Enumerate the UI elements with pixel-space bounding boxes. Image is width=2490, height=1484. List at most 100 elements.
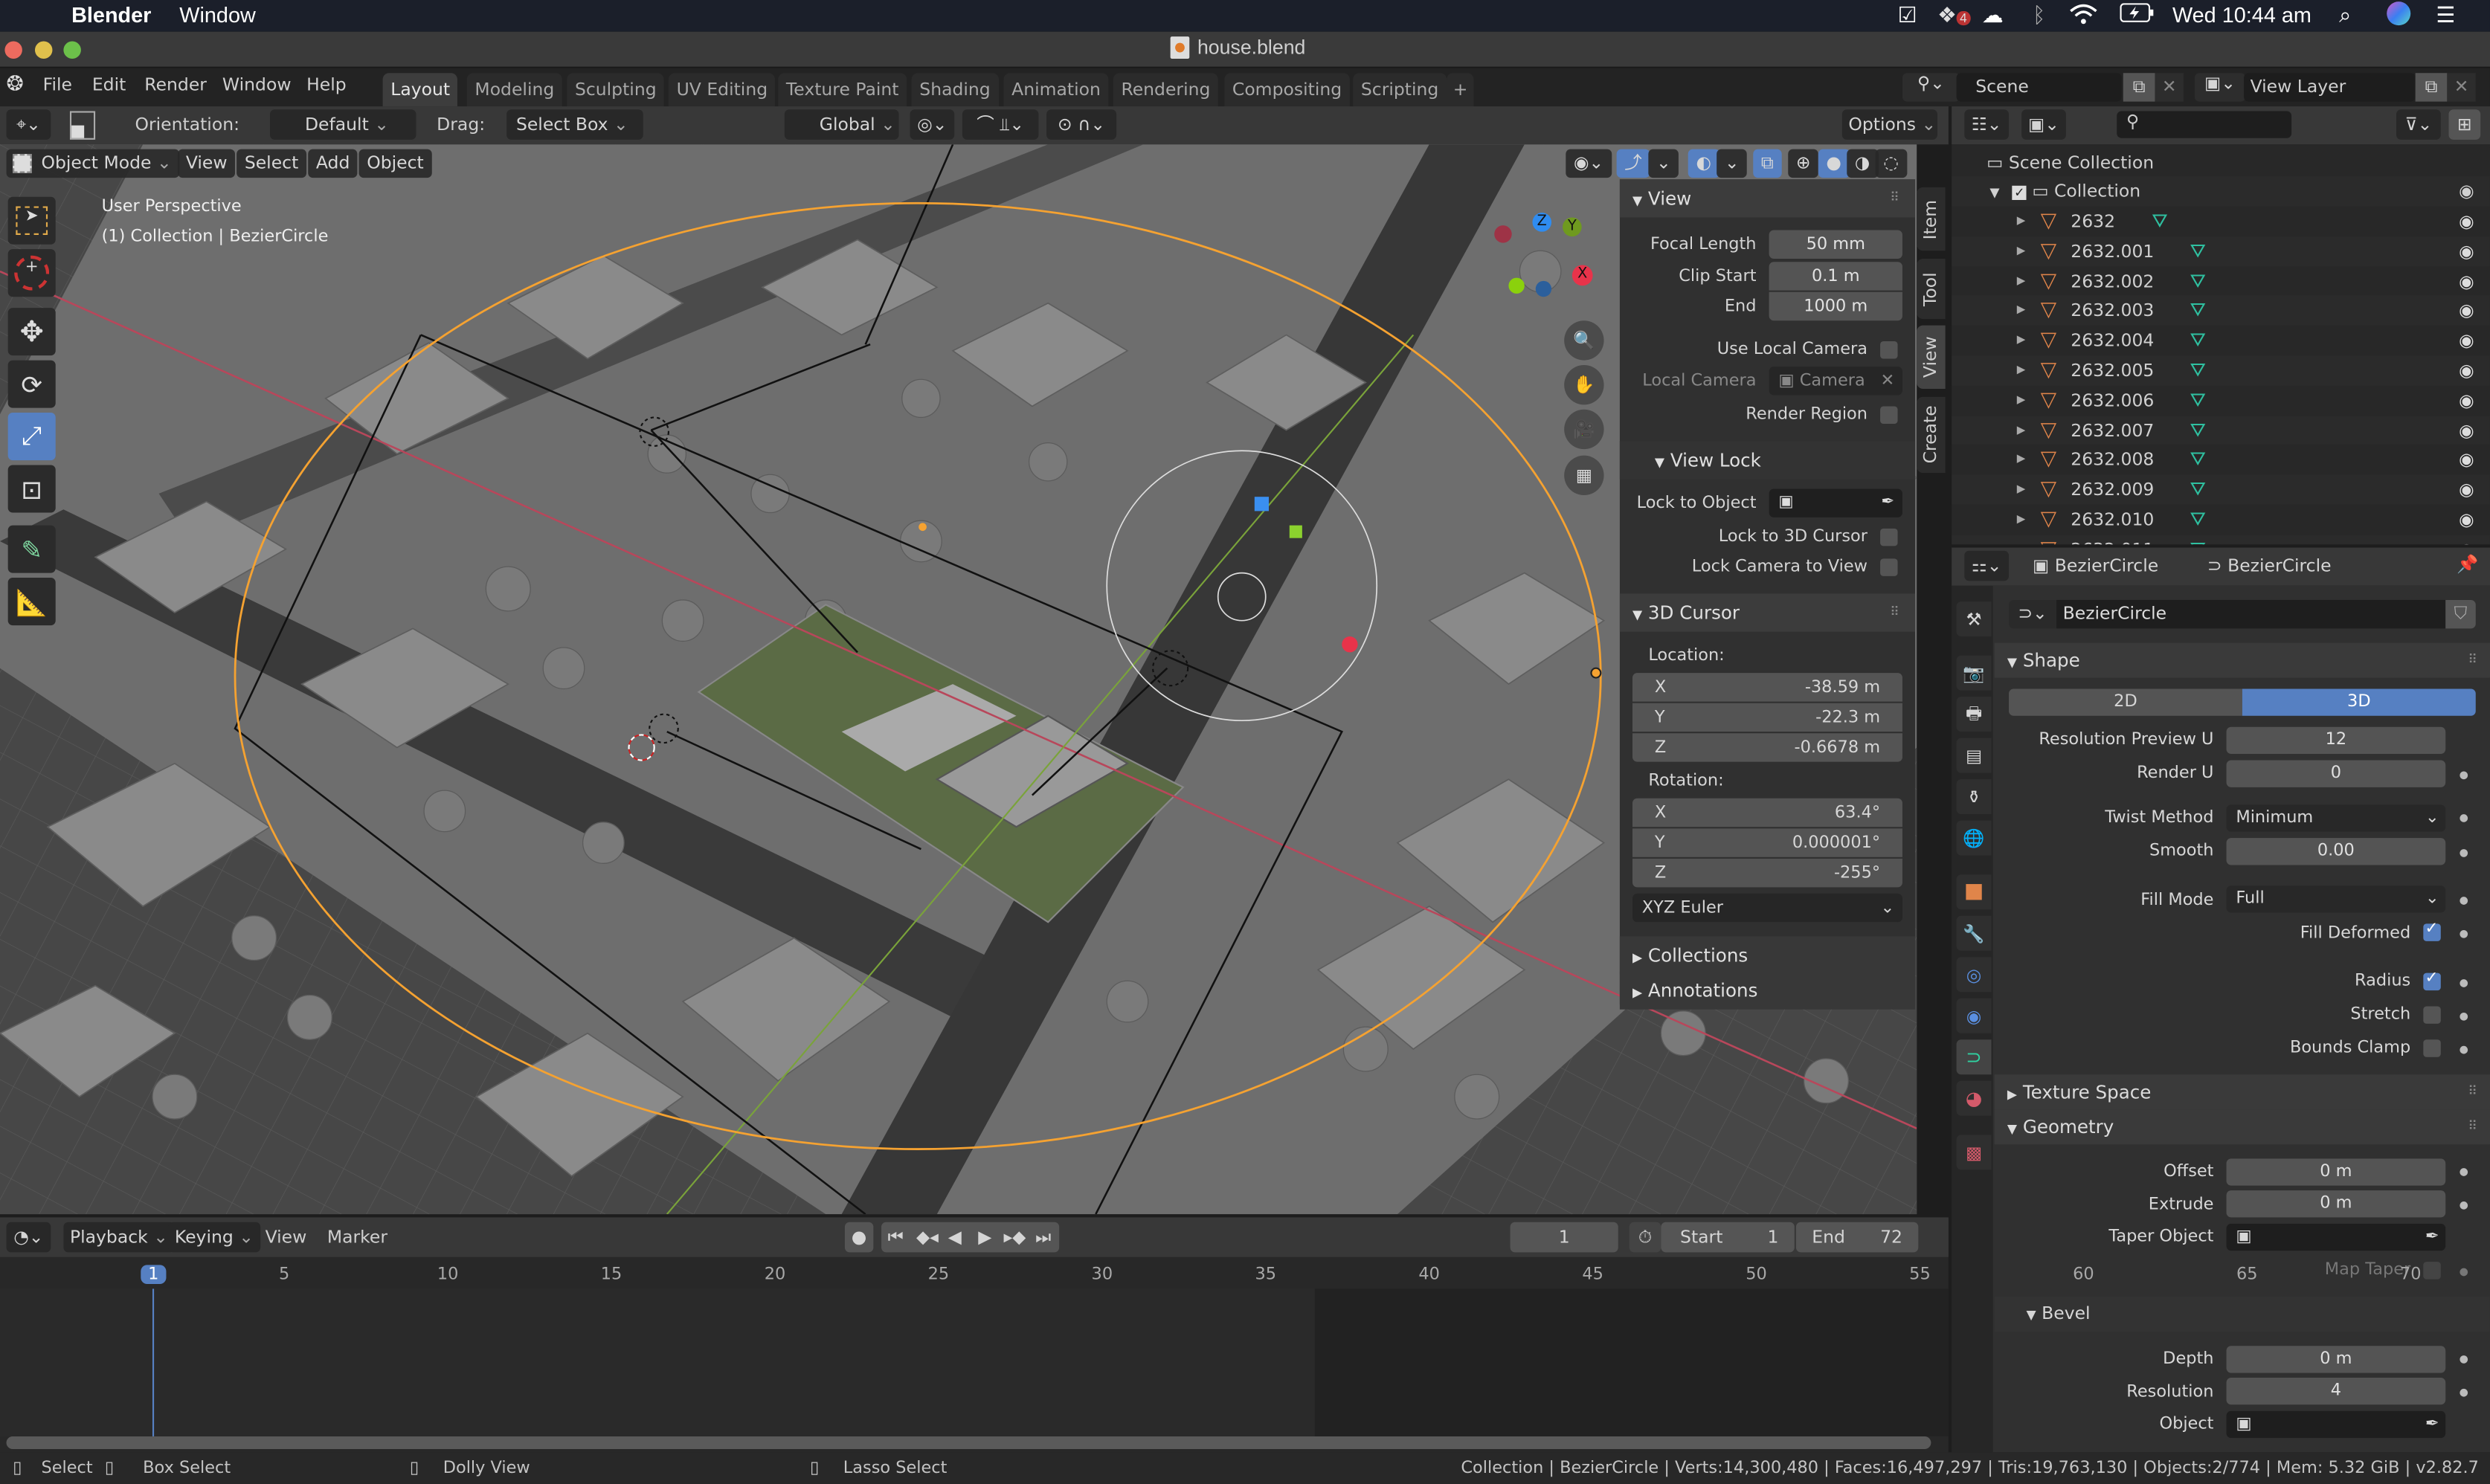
navigation-gizmo[interactable]: Z Y X xyxy=(1493,208,1603,319)
breadcrumb-object[interactable]: ▣ BezierCircle xyxy=(2033,555,2158,576)
active-tool-scale-icon[interactable] xyxy=(69,111,96,140)
outliner-object-row[interactable]: ▶ ▽ 2632.004 ⛛ ◉ xyxy=(1952,326,2490,356)
shading-material-icon[interactable]: ◑ xyxy=(1847,149,1879,178)
outliner-object-row[interactable]: ▶ ▽ 2632 ⛛ ◉ xyxy=(1952,206,2490,237)
rotation-mode-dropdown[interactable]: XYZ Euler ⌄ xyxy=(1632,893,1902,923)
tab-compositing[interactable]: Compositing xyxy=(1224,73,1350,107)
eye-icon[interactable]: ◉ xyxy=(2459,445,2474,476)
expand-arrow-icon[interactable]: ▶ xyxy=(2017,207,2026,237)
minimize-window-button[interactable] xyxy=(34,41,53,59)
new-scene-icon[interactable]: ⧉ xyxy=(2123,73,2155,102)
bevel-resolution-field[interactable]: 4 xyxy=(2226,1377,2446,1405)
expand-arrow-icon[interactable]: ▶ xyxy=(2017,535,2026,545)
gizmo-neg-x[interactable] xyxy=(1494,225,1512,243)
shape-2d-button[interactable]: 2D xyxy=(2009,688,2242,716)
eyedropper-icon[interactable]: ✒ xyxy=(1881,489,1894,517)
viewport-menu-add[interactable]: Add xyxy=(308,149,358,178)
overlays-toggle-icon[interactable]: ◐ xyxy=(1688,149,1719,178)
ortho-toggle-button[interactable]: ▦ xyxy=(1564,455,1604,496)
view-lock-subheader[interactable]: ▼ View Lock xyxy=(1619,441,1916,480)
jump-start-button[interactable]: ⏮ xyxy=(888,1222,904,1253)
gizmo-y-handle[interactable] xyxy=(1289,525,1302,538)
lock-camera-to-view-checkbox[interactable] xyxy=(1880,558,1898,576)
keying-menu[interactable]: Keying xyxy=(168,1222,260,1253)
keyframe-dot-icon[interactable] xyxy=(2460,979,2468,987)
mesh-data-icon[interactable]: ⛛ xyxy=(2152,207,2168,237)
drag-handle-icon[interactable]: ⠿ xyxy=(2468,643,2477,678)
viewport-menu-view[interactable]: View xyxy=(178,149,236,178)
menu-window[interactable]: Window xyxy=(222,74,292,95)
outliner-object-row[interactable]: ▶ ▽ 2632.008 ⛛ ◉ xyxy=(1952,445,2490,476)
gizmo-neg-z[interactable] xyxy=(1535,280,1552,297)
gizmo-toggle-icon[interactable]: ⤴ xyxy=(1616,149,1650,178)
fake-user-shield-icon[interactable]: ⛉ xyxy=(2445,599,2476,629)
play-reverse-button[interactable]: ◀ xyxy=(948,1222,962,1253)
expand-arrow-icon[interactable]: ▶ xyxy=(2017,266,2026,297)
keyframe-dot-icon[interactable] xyxy=(2460,929,2468,938)
timeline-editor-type-icon[interactable]: ◔⌄ xyxy=(6,1222,51,1253)
siri-icon[interactable] xyxy=(2387,1,2411,26)
expand-arrow-icon[interactable]: ▶ xyxy=(2017,505,2026,535)
end-frame-field[interactable]: End 72 xyxy=(1795,1222,1919,1253)
creative-cloud-icon[interactable]: ☁ xyxy=(1982,3,2004,28)
breadcrumb-curve-data[interactable]: ⊃ BezierCircle xyxy=(2207,555,2332,576)
tool-transform[interactable]: ⊡ xyxy=(7,465,56,513)
mesh-data-icon[interactable]: ⛛ xyxy=(2190,505,2206,535)
tab-render[interactable]: 📷 xyxy=(1956,655,1992,691)
timeline-marker-menu[interactable]: Marker xyxy=(327,1227,387,1248)
smooth-field[interactable]: 0.00 xyxy=(2226,838,2446,865)
filter-icon[interactable]: ⊽⌄ xyxy=(2396,109,2441,140)
clip-start-field[interactable]: 0.1 m xyxy=(1769,262,1902,291)
preview-range-stopwatch-icon[interactable]: ⏱ xyxy=(1629,1222,1661,1253)
expand-arrow-icon[interactable]: ▶ xyxy=(2017,415,2026,445)
drag-handle-icon[interactable]: ⠿ xyxy=(2468,1109,2477,1144)
new-collection-icon[interactable]: ⊞ xyxy=(2448,109,2481,140)
object-mode-dropdown[interactable]: Object Mode xyxy=(6,149,180,178)
bounds-clamp-checkbox[interactable] xyxy=(2423,1039,2441,1057)
keyframe-dot-icon[interactable] xyxy=(2460,1045,2468,1054)
pivot-point-icon[interactable]: ◎⌄ xyxy=(910,109,955,140)
mesh-data-icon[interactable]: ⛛ xyxy=(2190,326,2206,356)
gizmo-x-axis[interactable]: X xyxy=(1571,265,1593,286)
eye-icon[interactable]: ◉ xyxy=(2459,535,2474,544)
gizmo-z-handle[interactable] xyxy=(1254,497,1270,512)
properties-editor-type-icon[interactable]: ⚏⌄ xyxy=(1964,550,2010,581)
tool-move[interactable]: ✥ xyxy=(7,308,56,356)
object-visibility-icon[interactable]: ◉⌄ xyxy=(1566,149,1612,178)
eye-icon[interactable]: ◉ xyxy=(2459,505,2474,535)
timeline-scrollbar[interactable] xyxy=(6,1436,1931,1450)
stretch-checkbox[interactable] xyxy=(2423,1006,2441,1024)
tool-rotate[interactable]: ⟳ xyxy=(7,360,56,408)
tool-annotate[interactable]: ✎ xyxy=(7,525,56,573)
window-menu[interactable]: Window xyxy=(179,3,256,27)
expand-arrow-icon[interactable]: ▶ xyxy=(2017,475,2026,506)
eyedropper-icon[interactable]: ✒ xyxy=(2425,1224,2439,1251)
cursor-rotation-z-field[interactable]: Z -255° xyxy=(1632,858,1902,888)
annotations-section-header[interactable]: ▶ Annotations xyxy=(1619,971,1916,1010)
mesh-data-icon[interactable]: ⛛ xyxy=(2190,445,2206,476)
zoom-window-button[interactable] xyxy=(63,41,81,59)
keyframe-dot-icon[interactable] xyxy=(2460,1388,2468,1397)
cursor-rotation-x-field[interactable]: X 63.4° xyxy=(1632,798,1902,828)
orientation-dropdown[interactable]: Default xyxy=(269,109,416,140)
view-layer-selector-icon[interactable]: ▣⌄ xyxy=(2194,73,2246,102)
keyframe-dot-icon[interactable] xyxy=(2460,1355,2468,1364)
extrude-field[interactable]: 0 m xyxy=(2226,1190,2446,1218)
outliner-object-row[interactable]: ▶ ▽ 2632.010 ⛛ ◉ xyxy=(1952,504,2490,535)
menu-file[interactable]: File xyxy=(43,74,72,95)
expand-arrow-icon[interactable]: ▶ xyxy=(2017,385,2026,416)
battery-charging-icon[interactable] xyxy=(2120,3,2155,27)
keyframe-dot-icon[interactable] xyxy=(2460,897,2468,905)
outliner-object-row[interactable]: ▶ ▽ 2632.009 ⛛ ◉ xyxy=(1952,474,2490,506)
view-layer-field[interactable]: View Layer xyxy=(2244,73,2416,102)
wifi-icon[interactable] xyxy=(2069,3,2097,30)
fill-deformed-checkbox[interactable] xyxy=(2423,920,2441,941)
mesh-data-icon[interactable]: ⛛ xyxy=(2190,415,2206,445)
curve-datablock-browse-icon[interactable]: ⊃⌄ xyxy=(2009,599,2057,629)
lock-to-3d-cursor-checkbox[interactable] xyxy=(1880,528,1898,546)
current-frame-field[interactable]: 1 xyxy=(1510,1222,1618,1253)
outliner-object-row[interactable]: ▶ ▽ 2632.005 ⛛ ◉ xyxy=(1952,355,2490,386)
sidebar-tab-create[interactable]: Create xyxy=(1917,396,1946,474)
mesh-data-icon[interactable]: ⛛ xyxy=(2190,385,2206,416)
editor-type-icon[interactable]: ⌖⌄ xyxy=(6,109,51,140)
